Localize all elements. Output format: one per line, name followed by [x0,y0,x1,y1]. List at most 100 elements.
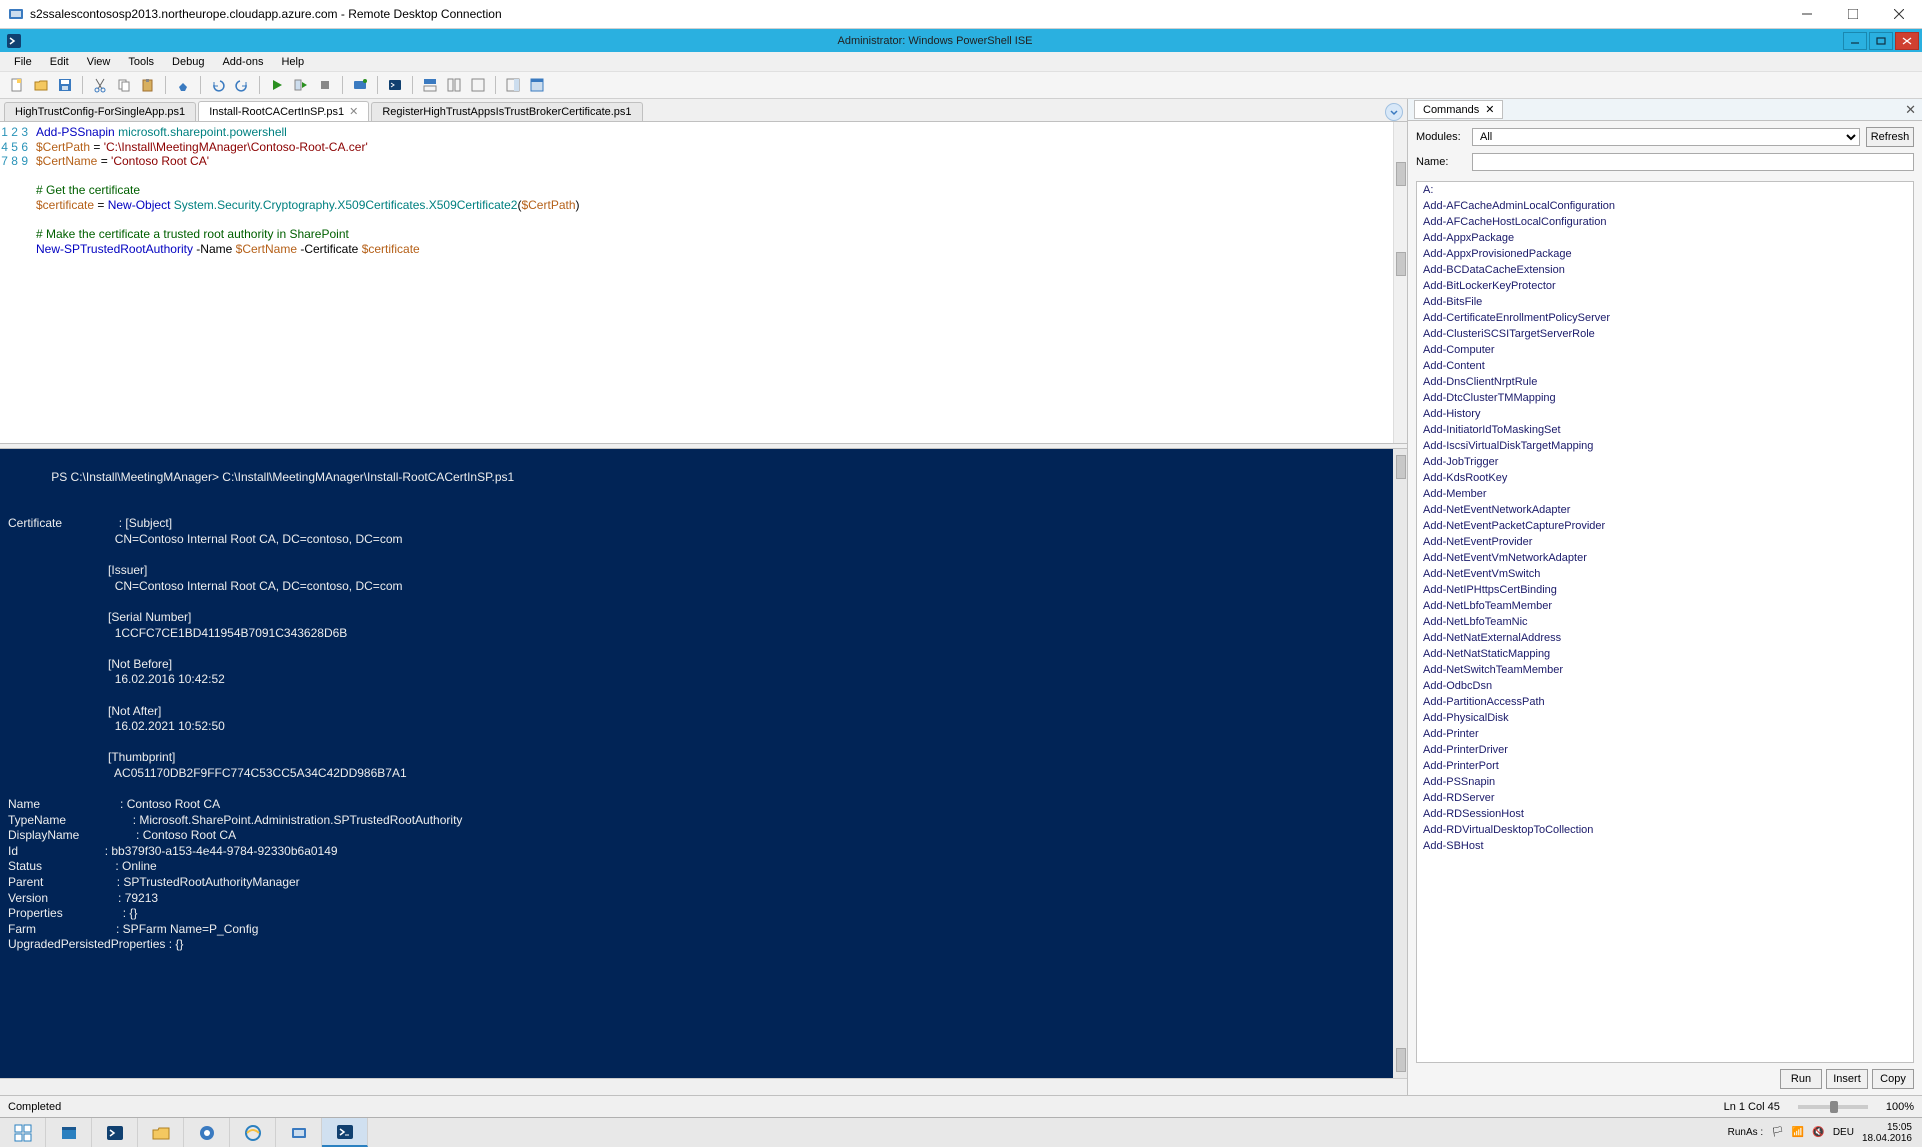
close-icon[interactable]: ✕ [349,105,358,118]
splitter-handle[interactable] [1396,252,1406,276]
show-script-max-button[interactable] [467,74,489,96]
command-item[interactable]: Add-NetEventPacketCaptureProvider [1417,518,1913,534]
command-item[interactable]: Add-NetIPHttpsCertBinding [1417,582,1913,598]
command-item[interactable]: Add-Member [1417,486,1913,502]
command-item[interactable]: Add-NetEventVmNetworkAdapter [1417,550,1913,566]
console-scrollbar[interactable] [1393,449,1407,1078]
command-item[interactable]: Add-Printer [1417,726,1913,742]
taskbar-sharepoint-products[interactable] [184,1118,230,1147]
console-pane[interactable]: PS C:\Install\MeetingMAnager> C:\Install… [0,449,1407,1078]
commands-list[interactable]: A:Add-AFCacheAdminLocalConfigurationAdd-… [1416,181,1914,1063]
command-item[interactable]: Add-RDServer [1417,790,1913,806]
redo-button[interactable] [231,74,253,96]
command-item[interactable]: Add-SBHost [1417,838,1913,854]
taskbar-ise-active[interactable] [322,1118,368,1147]
refresh-button[interactable]: Refresh [1866,127,1914,147]
command-item[interactable]: Add-AppxPackage [1417,230,1913,246]
command-item[interactable]: Add-PrinterDriver [1417,742,1913,758]
splitter-handle[interactable] [1396,162,1406,186]
command-item[interactable]: Add-Computer [1417,342,1913,358]
close-icon[interactable]: ✕ [1485,103,1494,116]
command-item[interactable]: Add-NetEventVmSwitch [1417,566,1913,582]
menu-view[interactable]: View [79,54,119,70]
command-item[interactable]: Add-AFCacheAdminLocalConfiguration [1417,198,1913,214]
menu-debug[interactable]: Debug [164,54,212,70]
command-item[interactable]: Add-PhysicalDisk [1417,710,1913,726]
ise-minimize-button[interactable] [1843,32,1867,50]
ise-maximize-button[interactable] [1869,32,1893,50]
run-button[interactable]: Run [1780,1069,1822,1089]
command-item[interactable]: Add-NetNatExternalAddress [1417,630,1913,646]
taskbar-rdp[interactable] [276,1118,322,1147]
command-item[interactable]: Add-InitiatorIdToMaskingSet [1417,422,1913,438]
save-button[interactable] [54,74,76,96]
command-item[interactable]: Add-CertificateEnrollmentPolicyServer [1417,310,1913,326]
command-item[interactable]: Add-BCDataCacheExtension [1417,262,1913,278]
show-script-top-button[interactable] [419,74,441,96]
command-item[interactable]: Add-Content [1417,358,1913,374]
command-item[interactable]: Add-History [1417,406,1913,422]
script-tab[interactable]: Install-RootCACertInSP.ps1✕ [198,101,369,121]
name-input[interactable] [1472,153,1914,171]
command-item[interactable]: Add-NetEventNetworkAdapter [1417,502,1913,518]
commands-tab[interactable]: Commands ✕ [1414,100,1503,119]
command-item[interactable]: Add-JobTrigger [1417,454,1913,470]
tray-network-icon[interactable]: 📶 [1792,1127,1804,1138]
command-item[interactable]: Add-DtcClusterTMMapping [1417,390,1913,406]
tray-sound-icon[interactable]: 🔇 [1812,1127,1824,1138]
script-editor[interactable]: 1 2 3 4 5 6 7 8 9 Add-PSSnapin microsoft… [0,122,1407,443]
language-indicator[interactable]: DEU [1833,1127,1854,1138]
clock[interactable]: 15:05 18.04.2016 [1862,1122,1912,1144]
horizontal-scrollbar[interactable] [0,1078,1407,1095]
script-tab[interactable]: RegisterHighTrustAppsIsTrustBrokerCertif… [371,102,642,121]
ise-close-button[interactable] [1895,32,1919,50]
command-item[interactable]: Add-OdbcDsn [1417,678,1913,694]
cut-button[interactable] [89,74,111,96]
taskbar-server-manager[interactable] [46,1118,92,1147]
editor-scrollbar[interactable] [1393,122,1407,443]
start-powershell-button[interactable] [384,74,406,96]
command-item[interactable]: Add-BitsFile [1417,294,1913,310]
insert-button[interactable]: Insert [1826,1069,1868,1089]
undo-button[interactable] [207,74,229,96]
command-item[interactable]: Add-ClusteriSCSITargetServerRole [1417,326,1913,342]
start-button[interactable] [0,1118,46,1147]
menu-file[interactable]: File [6,54,40,70]
command-item[interactable]: Add-KdsRootKey [1417,470,1913,486]
zoom-slider[interactable] [1798,1105,1868,1109]
command-item[interactable]: Add-NetLbfoTeamMember [1417,598,1913,614]
command-item[interactable]: Add-AppxProvisionedPackage [1417,246,1913,262]
command-item[interactable]: Add-PartitionAccessPath [1417,694,1913,710]
run-selection-button[interactable] [290,74,312,96]
tray-flag-icon[interactable]: 🏳 [1771,1127,1784,1138]
menu-help[interactable]: Help [273,54,312,70]
minimize-button[interactable] [1784,0,1830,29]
command-item[interactable]: Add-PSSnapin [1417,774,1913,790]
show-command-addon-button[interactable] [502,74,524,96]
new-file-button[interactable] [6,74,28,96]
show-script-right-button[interactable] [443,74,465,96]
command-item[interactable]: Add-NetEventProvider [1417,534,1913,550]
command-item[interactable]: Add-DnsClientNrptRule [1417,374,1913,390]
modules-select[interactable]: All [1472,128,1860,146]
paste-button[interactable] [137,74,159,96]
menu-tools[interactable]: Tools [120,54,162,70]
run-script-button[interactable] [266,74,288,96]
show-command-window-button[interactable] [526,74,548,96]
open-file-button[interactable] [30,74,52,96]
menu-add-ons[interactable]: Add-ons [214,54,271,70]
command-item[interactable]: Add-NetSwitchTeamMember [1417,662,1913,678]
taskbar-powershell[interactable] [92,1118,138,1147]
splitter-handle[interactable] [1396,1048,1406,1072]
command-item[interactable]: Add-NetNatStaticMapping [1417,646,1913,662]
maximize-button[interactable] [1830,0,1876,29]
command-item[interactable]: Add-BitLockerKeyProtector [1417,278,1913,294]
stop-button[interactable] [314,74,336,96]
command-item[interactable]: Add-RDVirtualDesktopToCollection [1417,822,1913,838]
close-button[interactable] [1876,0,1922,29]
pane-close-icon[interactable]: ✕ [1905,102,1916,118]
command-item[interactable]: Add-IscsiVirtualDiskTargetMapping [1417,438,1913,454]
taskbar-ie[interactable] [230,1118,276,1147]
command-item[interactable]: Add-NetLbfoTeamNic [1417,614,1913,630]
script-tab[interactable]: HighTrustConfig-ForSingleApp.ps1 [4,102,196,121]
